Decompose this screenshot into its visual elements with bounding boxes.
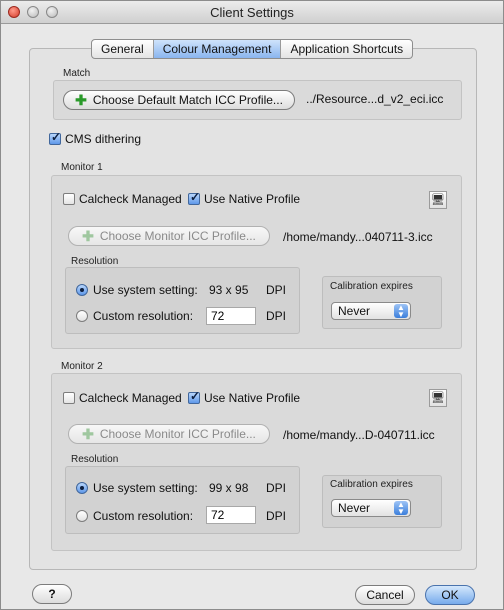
monitor-2-profile-path: /home/mandy...D-040711.icc [283, 428, 435, 442]
ok-button-label: OK [441, 588, 459, 602]
monitor-1-custom-dpi-label: DPI [266, 309, 287, 323]
monitor-1-calibration-label: Calibration expires [330, 281, 413, 292]
monitor-1-calibration-select[interactable]: Never ▲ ▼ [331, 302, 411, 320]
help-icon: ? [48, 587, 56, 601]
client-settings-window: Client Settings General Colour Managemen… [0, 0, 504, 610]
monitor-1-system-setting-label: Use system setting: [93, 283, 198, 297]
help-button[interactable]: ? [32, 584, 72, 604]
plus-icon: ✚ [75, 92, 87, 108]
monitor-2-custom-dpi-label: DPI [266, 509, 287, 523]
monitor-2-resolution-label: Resolution [71, 454, 119, 465]
monitor-2-calibration-value: Never [338, 501, 371, 515]
monitor-2-custom-resolution-field[interactable] [206, 506, 256, 524]
monitor-2-custom-resolution-label: Custom resolution: [93, 509, 194, 523]
monitor-2-custom-resolution-radio[interactable] [76, 510, 88, 522]
monitor-1-custom-resolution-radio[interactable] [76, 310, 88, 322]
monitor-2-system-setting-label: Use system setting: [93, 481, 198, 495]
monitor-1-system-setting-radio[interactable] [76, 284, 88, 296]
monitor-1-native-profile-checkbox[interactable] [188, 190, 200, 205]
monitor-1-calcheck-checkbox[interactable] [63, 193, 75, 205]
monitor-1-custom-resolution-label: Custom resolution: [93, 309, 194, 323]
monitor-2-system-setting-radio[interactable] [76, 482, 88, 494]
monitor-2-system-resolution-value: 99 x 98 [209, 481, 249, 495]
monitor-1-choose-profile-button[interactable]: ✚ Choose Monitor ICC Profile... [68, 226, 270, 246]
chevron-updown-icon: ▲ ▼ [394, 501, 408, 516]
monitor-2-choose-profile-button[interactable]: ✚ Choose Monitor ICC Profile... [68, 424, 270, 444]
monitor-2-calibration-select[interactable]: Never ▲ ▼ [331, 499, 411, 517]
chevron-updown-icon: ▲ ▼ [394, 304, 408, 319]
tab-general[interactable]: General [92, 40, 154, 58]
tab-colour-management[interactable]: Colour Management [153, 40, 282, 58]
window-title: Client Settings [210, 5, 294, 20]
monitor-2-native-profile-checkbox[interactable] [188, 389, 200, 404]
monitor-1-calcheck-label: Calcheck Managed [79, 192, 182, 206]
monitor-2-system-dpi-label: DPI [266, 481, 287, 495]
monitor-1-group-label: Monitor 1 [61, 162, 103, 173]
monitor-1-resolution-group [65, 267, 300, 334]
monitor-2-calcheck-checkbox[interactable] [63, 392, 75, 404]
monitor-2-group-label: Monitor 2 [61, 361, 103, 372]
monitor-icon[interactable]: 🖥 [429, 389, 447, 407]
monitor-icon[interactable]: 🖥 [429, 191, 447, 209]
match-group-label: Match [63, 68, 91, 79]
cms-dithering-label: CMS dithering [65, 132, 142, 146]
plus-icon: ✚ [82, 426, 94, 442]
title-bar: Client Settings [1, 1, 503, 24]
cancel-button-label: Cancel [366, 588, 404, 602]
monitor-2-choose-profile-label: Choose Monitor ICC Profile... [99, 427, 256, 441]
ok-button[interactable]: OK [425, 585, 475, 605]
cms-dithering-checkbox[interactable] [49, 130, 61, 145]
monitor-2-native-profile-label: Use Native Profile [204, 391, 301, 405]
match-profile-path: ../Resource...d_v2_eci.icc [306, 92, 444, 106]
monitor-2-resolution-group [65, 466, 300, 534]
choose-default-match-profile-label: Choose Default Match ICC Profile... [92, 93, 283, 107]
monitor-1-calibration-value: Never [338, 304, 371, 318]
monitor-1-choose-profile-label: Choose Monitor ICC Profile... [99, 229, 256, 243]
monitor-2-calibration-label: Calibration expires [330, 479, 413, 490]
monitor-1-resolution-label: Resolution [71, 256, 119, 267]
monitor-1-native-profile-label: Use Native Profile [204, 192, 301, 206]
plus-icon: ✚ [82, 228, 94, 244]
tab-bar: General Colour Management Application Sh… [91, 39, 414, 59]
monitor-1-profile-path: /home/mandy...040711-3.icc [283, 230, 433, 244]
choose-default-match-profile-button[interactable]: ✚ Choose Default Match ICC Profile... [63, 90, 295, 110]
monitor-1-system-resolution-value: 93 x 95 [209, 283, 249, 297]
cancel-button[interactable]: Cancel [355, 585, 415, 605]
monitor-2-calcheck-label: Calcheck Managed [79, 391, 182, 405]
monitor-1-custom-resolution-field[interactable] [206, 307, 256, 325]
tab-application-shortcuts[interactable]: Application Shortcuts [281, 40, 412, 58]
monitor-1-system-dpi-label: DPI [266, 283, 287, 297]
